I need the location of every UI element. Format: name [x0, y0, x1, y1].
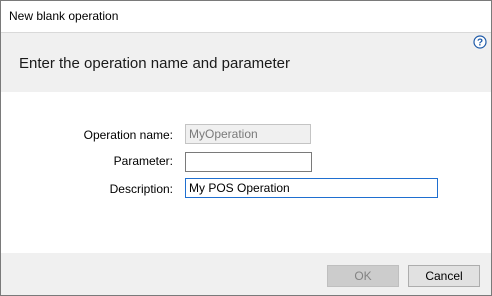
ok-button[interactable]: OK [327, 265, 399, 287]
description-label: Description: [109, 182, 173, 196]
operation-name-input[interactable] [185, 124, 311, 144]
help-question-icon[interactable]: ? [473, 35, 487, 49]
form-area: Operation name: Parameter: Description: [1, 92, 491, 253]
description-input[interactable] [185, 178, 438, 198]
header-band: ? Enter the operation name and parameter [1, 33, 491, 92]
parameter-label: Parameter: [113, 154, 173, 168]
cancel-button[interactable]: Cancel [408, 265, 480, 287]
svg-text:?: ? [477, 38, 483, 49]
page-heading: Enter the operation name and parameter [19, 55, 291, 72]
parameter-input[interactable] [185, 152, 312, 172]
window-title: New blank operation [9, 9, 119, 23]
title-bar: New blank operation [1, 1, 491, 33]
new-blank-operation-dialog: New blank operation ? Enter the operatio… [0, 0, 492, 296]
operation-name-label: Operation name: [83, 128, 173, 142]
button-bar: OK Cancel [1, 253, 491, 295]
